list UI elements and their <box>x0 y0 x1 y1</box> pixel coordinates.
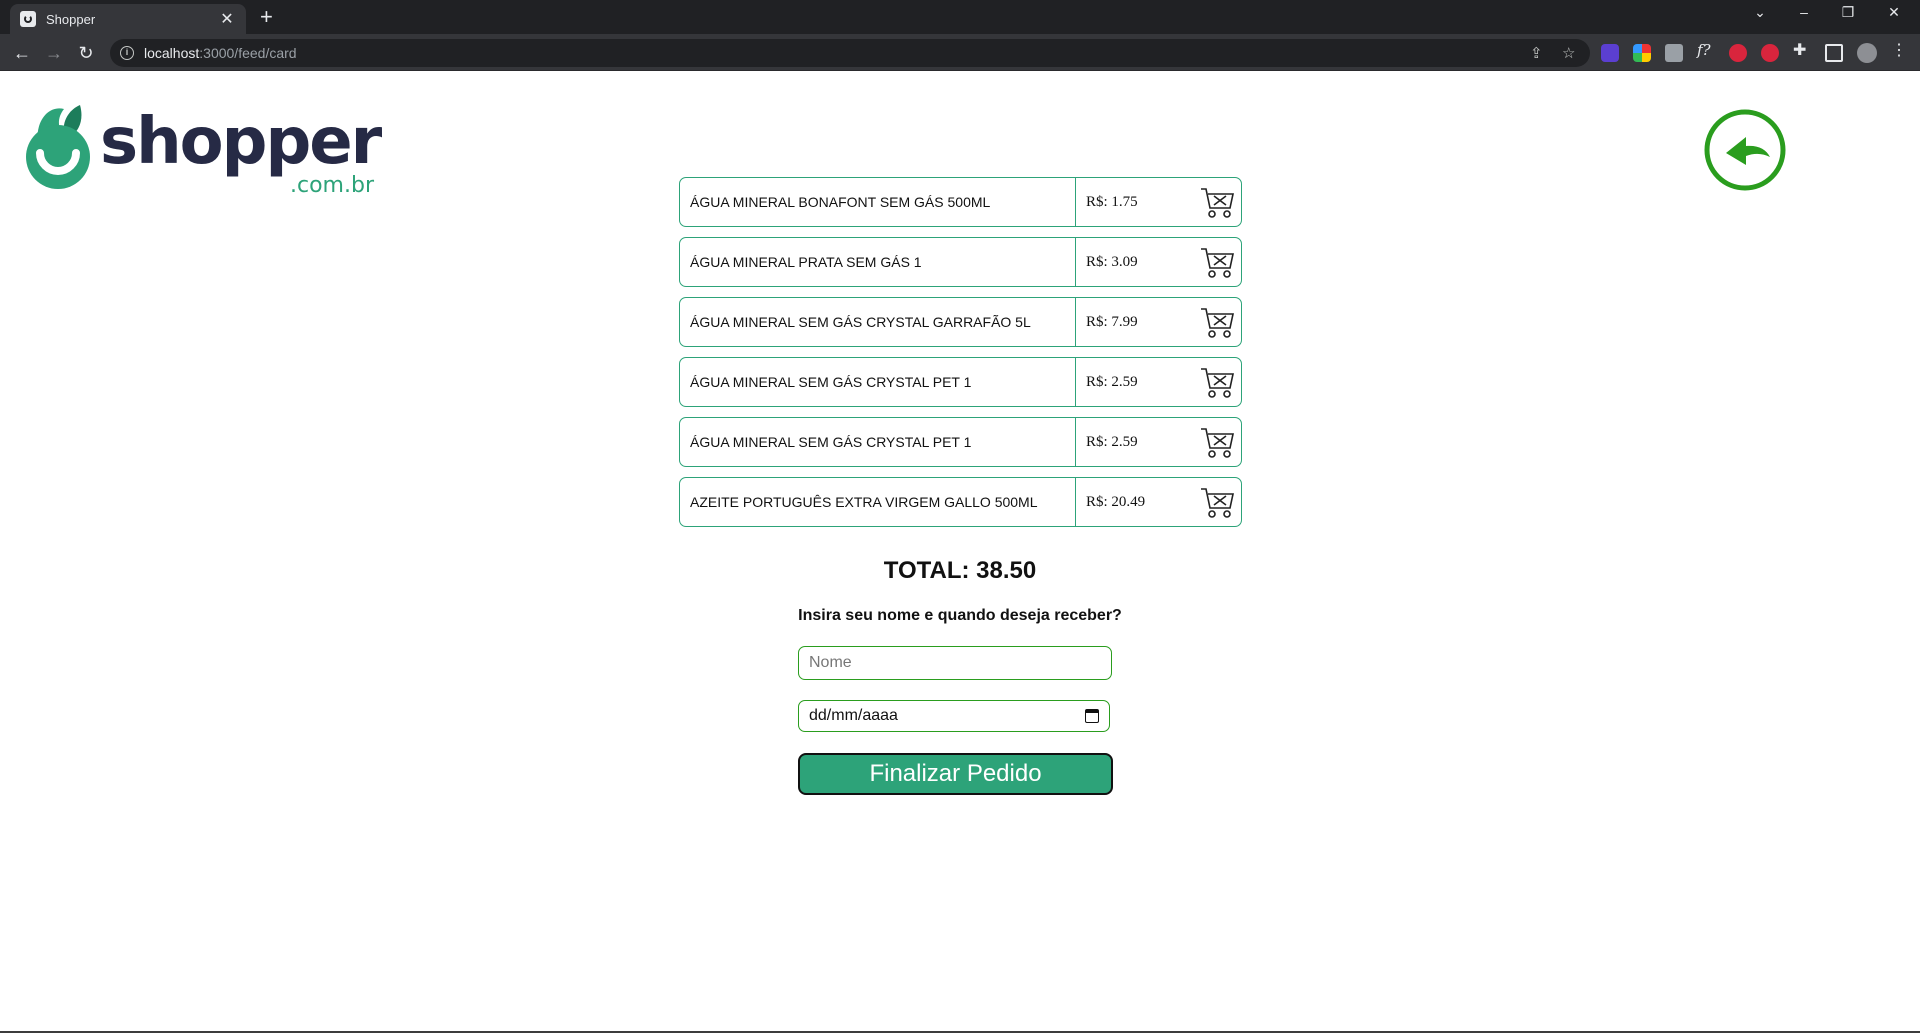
calendar-icon[interactable] <box>1085 709 1099 723</box>
shopper-logo-icon <box>26 105 90 189</box>
remove-from-cart-button[interactable] <box>1199 426 1235 460</box>
item-name: ÁGUA MINERAL BONAFONT SEM GÁS 500ML <box>680 178 1076 226</box>
item-price: R$: 2.59 <box>1086 373 1138 390</box>
date-placeholder: dd/mm/aaaa <box>809 707 898 724</box>
cart-item-row: ÁGUA MINERAL PRATA SEM GÁS 1 R$: 3.09 <box>679 237 1242 287</box>
browser-toolbar: ← → ↻ i localhost:3000/feed/card ⇪ ☆ f? … <box>0 34 1920 71</box>
page-content: shopper .com.br ÁGUA MINERAL BONAFONT SE… <box>0 71 1920 1033</box>
back-button[interactable] <box>1700 109 1790 191</box>
camera-extension-icon[interactable] <box>1665 44 1683 62</box>
bookmark-star-icon[interactable]: ☆ <box>1562 44 1575 62</box>
cart-remove-icon <box>1201 488 1234 518</box>
close-window-button[interactable]: ✕ <box>1874 4 1914 21</box>
cart-remove-icon <box>1201 188 1234 218</box>
cart-remove-icon <box>1201 368 1234 398</box>
address-bar[interactable]: i localhost:3000/feed/card ⇪ ☆ <box>110 39 1590 67</box>
profile-avatar[interactable] <box>1857 43 1877 63</box>
item-name: AZEITE PORTUGUÊS EXTRA VIRGEM GALLO 500M… <box>680 478 1076 526</box>
cart-item-row: ÁGUA MINERAL SEM GÁS CRYSTAL GARRAFÃO 5L… <box>679 297 1242 347</box>
item-name: ÁGUA MINERAL SEM GÁS CRYSTAL PET 1 <box>680 418 1076 466</box>
item-price: R$: 20.49 <box>1086 493 1146 510</box>
browser-tab[interactable]: Shopper ✕ <box>10 4 246 34</box>
logo-wordmark: shopper <box>100 105 382 179</box>
logo-domain: .com.br <box>290 173 374 198</box>
media-extension-icon[interactable] <box>1729 44 1747 62</box>
remove-from-cart-button[interactable] <box>1199 306 1235 340</box>
cart-item-row: ÁGUA MINERAL BONAFONT SEM GÁS 500ML R$: … <box>679 177 1242 227</box>
item-price: R$: 2.59 <box>1086 433 1138 450</box>
restore-button[interactable]: ❐ <box>1828 4 1868 21</box>
site-info-icon[interactable]: i <box>120 46 134 60</box>
new-tab-button[interactable]: + <box>260 5 273 29</box>
remove-from-cart-button[interactable] <box>1199 246 1235 280</box>
item-price: R$: 1.75 <box>1086 193 1138 210</box>
adblock-icon[interactable] <box>1761 44 1779 62</box>
form-prompt: Insira seu nome e quando deseja receber? <box>798 607 1122 624</box>
color-extension-icon[interactable] <box>1633 44 1651 62</box>
tab-close-icon[interactable]: ✕ <box>218 9 236 29</box>
shopper-logo[interactable]: shopper .com.br <box>20 99 390 199</box>
url-text: localhost:3000/feed/card <box>144 45 297 61</box>
remove-from-cart-button[interactable] <box>1199 186 1235 220</box>
return-arrow-icon <box>1704 109 1786 191</box>
menu-dots-icon[interactable]: ⋮ <box>1891 42 1909 60</box>
cart-total: TOTAL: 38.50 <box>883 557 1037 584</box>
tab-title: Shopper <box>46 11 96 27</box>
item-name: ÁGUA MINERAL PRATA SEM GÁS 1 <box>680 238 1076 286</box>
cart-item-row: ÁGUA MINERAL SEM GÁS CRYSTAL PET 1 R$: 2… <box>679 417 1242 467</box>
browser-tab-bar: Shopper ✕ + ⌄ – ❐ ✕ <box>0 0 1920 34</box>
cart-remove-icon <box>1201 428 1234 458</box>
minimize-button[interactable]: – <box>1784 4 1824 20</box>
font-extension-icon[interactable]: f? <box>1697 41 1715 59</box>
item-name: ÁGUA MINERAL SEM GÁS CRYSTAL PET 1 <box>680 358 1076 406</box>
item-price: R$: 7.99 <box>1086 313 1138 330</box>
remove-from-cart-button[interactable] <box>1199 366 1235 400</box>
back-arrow-icon[interactable]: ← <box>10 41 34 65</box>
tab-search-icon[interactable]: ⌄ <box>1740 4 1780 21</box>
name-input[interactable] <box>798 646 1112 680</box>
side-panel-icon[interactable] <box>1825 44 1843 62</box>
cart-remove-icon <box>1201 308 1234 338</box>
cart-remove-icon <box>1201 248 1234 278</box>
finalize-order-button[interactable]: Finalizar Pedido <box>798 753 1113 795</box>
cart-item-row: AZEITE PORTUGUÊS EXTRA VIRGEM GALLO 500M… <box>679 477 1242 527</box>
cart-list: ÁGUA MINERAL BONAFONT SEM GÁS 500ML R$: … <box>679 177 1242 537</box>
delivery-date-input[interactable]: dd/mm/aaaa <box>798 700 1110 732</box>
extension-icon[interactable] <box>1601 44 1619 62</box>
puzzle-extensions-icon[interactable]: ✚ <box>1793 42 1811 60</box>
forward-arrow-icon[interactable]: → <box>42 41 66 65</box>
reload-icon[interactable]: ↻ <box>74 41 98 65</box>
share-icon[interactable]: ⇪ <box>1530 44 1543 62</box>
item-price: R$: 3.09 <box>1086 253 1138 270</box>
item-name: ÁGUA MINERAL SEM GÁS CRYSTAL GARRAFÃO 5L <box>680 298 1076 346</box>
remove-from-cart-button[interactable] <box>1199 486 1235 520</box>
shopper-favicon-icon <box>20 11 36 27</box>
cart-item-row: ÁGUA MINERAL SEM GÁS CRYSTAL PET 1 R$: 2… <box>679 357 1242 407</box>
